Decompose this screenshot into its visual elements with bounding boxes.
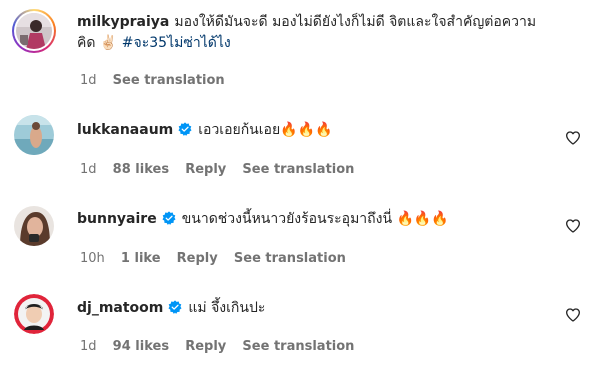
- verified-badge-icon: [162, 211, 176, 225]
- comment-likes[interactable]: 94 likes: [113, 339, 169, 354]
- comment-text: แม่ จึ้งเกินปะ: [188, 300, 266, 316]
- comment-time[interactable]: 10h: [80, 251, 105, 266]
- reply-button[interactable]: Reply: [185, 339, 226, 354]
- comment-meta: 1d 88 likes Reply See translation: [80, 162, 366, 177]
- comment-username[interactable]: dj_matoom: [77, 300, 163, 316]
- heart-icon[interactable]: [565, 218, 581, 234]
- comment-username[interactable]: lukkanaaum: [77, 122, 173, 138]
- comment-item: dj_matoom แม่ จึ้งเกินปะ 1d 94 likes Repl…: [0, 286, 595, 376]
- comment-text: เอวเอยก้นเอย🔥🔥🔥: [198, 122, 333, 138]
- post-username[interactable]: milkypraiya: [77, 14, 169, 30]
- post-time[interactable]: 1d: [80, 73, 97, 88]
- post-author-avatar[interactable]: [12, 9, 56, 53]
- comment-meta: 10h 1 like Reply See translation: [80, 251, 358, 266]
- see-translation-button[interactable]: See translation: [234, 251, 346, 266]
- comment-time[interactable]: 1d: [80, 339, 97, 354]
- post-meta: 1d See translation: [80, 73, 237, 88]
- reply-button[interactable]: Reply: [185, 162, 226, 177]
- post-see-translation[interactable]: See translation: [113, 73, 225, 88]
- comment-text: ขนาดช่วงนี้หนาวยังร้อนระอุมาถึงนี่ 🔥🔥🔥: [181, 211, 449, 227]
- verified-badge-icon: [168, 300, 182, 314]
- comment-likes[interactable]: 1 like: [121, 251, 161, 266]
- post-caption-line1: มองให้ดีมันจะดี มองไม่ดียังไงก็ไม่ดี จิต…: [174, 14, 537, 30]
- reply-button[interactable]: Reply: [177, 251, 218, 266]
- comment-item: lukkanaaum เอวเอยก้นเอย🔥🔥🔥 1d 88 likes Re…: [0, 110, 595, 190]
- verified-badge-icon: [178, 122, 192, 136]
- comment-username[interactable]: bunnyaire: [77, 211, 157, 227]
- commenter-avatar[interactable]: [14, 115, 54, 155]
- post-hashtag[interactable]: #จะ35ไม่ซ่าได้ไง: [122, 35, 231, 51]
- comment-time[interactable]: 1d: [80, 162, 97, 177]
- commenter-avatar[interactable]: [14, 206, 54, 246]
- comment-likes[interactable]: 88 likes: [113, 162, 169, 177]
- comment-meta: 1d 94 likes Reply See translation: [80, 339, 366, 354]
- commenter-avatar[interactable]: [14, 294, 54, 334]
- heart-icon[interactable]: [565, 307, 581, 323]
- see-translation-button[interactable]: See translation: [242, 162, 354, 177]
- see-translation-button[interactable]: See translation: [242, 339, 354, 354]
- post-caption: milkypraiya มองให้ดีมันจะดี มองไม่ดียังไง…: [0, 0, 595, 100]
- comment-item: bunnyaire ขนาดช่วงนี้หนาวยังร้อนระอุมาถึง…: [0, 198, 595, 278]
- post-caption-line2: คิด ✌🏻: [77, 35, 118, 51]
- heart-icon[interactable]: [565, 130, 581, 146]
